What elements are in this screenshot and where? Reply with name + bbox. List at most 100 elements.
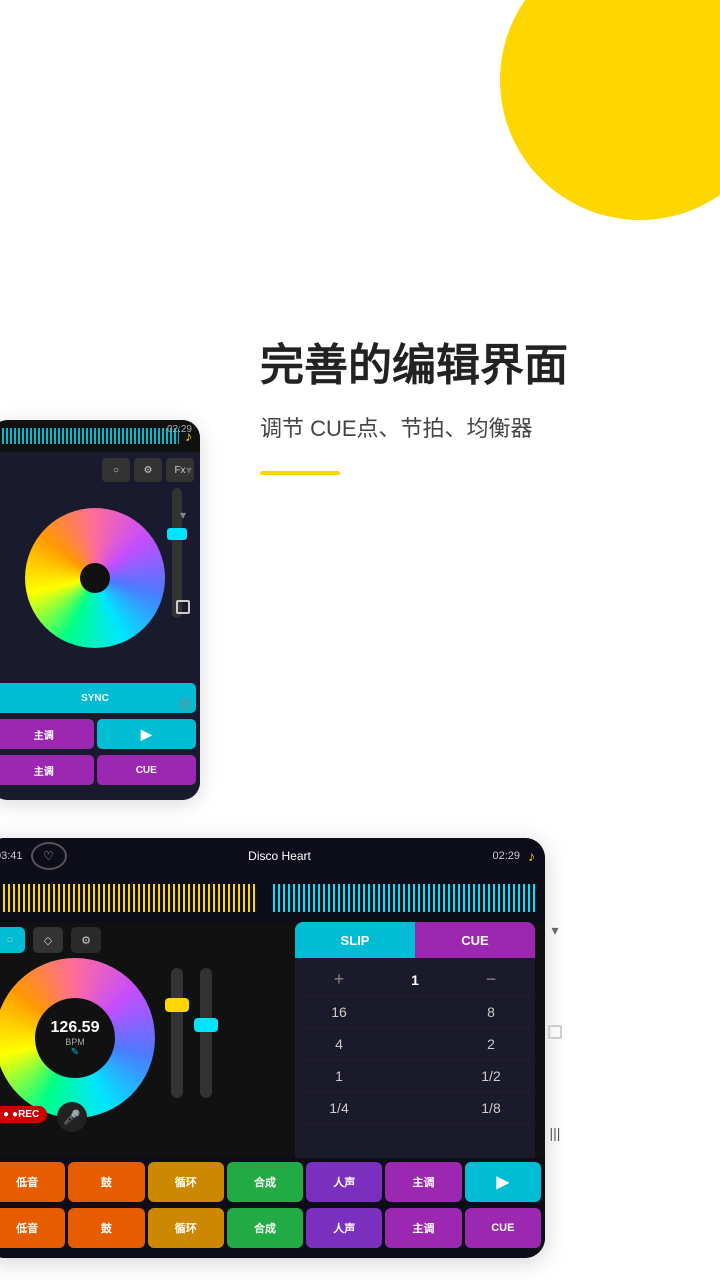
device-mockup-2: 03:41 ♡ Disco Heart 02:29 ♪ ○ ◇ ⚙ ≡ ⚙ Fx… (0, 838, 545, 1258)
d2-loop-btn-1[interactable]: 循环 (148, 1162, 224, 1202)
d2-fader-yellow-thumb[interactable] (165, 998, 189, 1012)
fader-thumb-1[interactable] (167, 528, 187, 540)
d2-edit-icon: ✎ (71, 1047, 79, 1058)
d2-fader-cyan-thumb[interactable] (194, 1018, 218, 1032)
beat-eighth[interactable]: 1/8 (453, 1100, 529, 1116)
device-1-screen: ♪ 02:29 ○ ⚙ Fx ▾ SYNC 主调 (0, 420, 200, 800)
turntable-1[interactable] (25, 508, 165, 648)
d2-fader-yellow[interactable] (171, 968, 183, 1098)
beat-row-2: 16 8 (301, 996, 529, 1028)
beat-minus[interactable]: − (453, 969, 529, 990)
d2-topbar: 03:41 ♡ Disco Heart 02:29 ♪ (0, 838, 545, 874)
heartbeat-icon: ♡ (31, 842, 67, 870)
beat-4[interactable]: 4 (301, 1036, 377, 1052)
d2-waveform-right (273, 884, 537, 912)
d2-vocal-btn-2[interactable]: 人声 (306, 1208, 382, 1248)
d2-synth-btn-1[interactable]: 合成 (227, 1162, 303, 1202)
d2-play-btn[interactable]: ▶ (465, 1162, 541, 1202)
d2-fader-cyan[interactable] (200, 968, 212, 1098)
d2-song-title: Disco Heart (75, 849, 485, 863)
beat-row-1: + 1 − (301, 964, 529, 996)
d2-btn-row-2: 低音 鼓 循环 合成 人声 主调 CUE (0, 1204, 545, 1250)
device-2-screen: 03:41 ♡ Disco Heart 02:29 ♪ ○ ◇ ⚙ ≡ ⚙ Fx… (0, 838, 545, 1258)
rec-label: ●REC (12, 1109, 39, 1120)
btn-row-sync: SYNC (0, 680, 200, 716)
play-button[interactable]: ▶ (97, 719, 197, 749)
slip-tab[interactable]: SLIP (295, 922, 415, 958)
d2-cue-slip-panel: SLIP CUE + 1 − 16 8 4 2 (295, 922, 535, 1162)
d2-square-icon (548, 1025, 562, 1039)
beat-row-3: 4 2 (301, 1028, 529, 1060)
circle-btn[interactable]: ○ (102, 458, 130, 482)
d2-note-icon: ♪ (528, 848, 535, 864)
beat-row-5: 1/4 1/8 (301, 1092, 529, 1124)
btn-row-play: 主调 ▶ (0, 716, 200, 752)
d2-synth-btn-2[interactable]: 合成 (227, 1208, 303, 1248)
waveform-visual (0, 428, 179, 444)
d2-bottom-buttons: 低音 鼓 循环 合成 人声 主调 ▶ 低音 鼓 循环 合成 人声 主调 CUE (0, 1158, 545, 1258)
bottom-buttons-1: SYNC 主调 ▶ 主调 CUE (0, 680, 200, 800)
beat-2[interactable]: 2 (453, 1036, 529, 1052)
d2-bass-btn-1[interactable]: 低音 (0, 1162, 65, 1202)
cue-button-1[interactable]: CUE (97, 755, 197, 785)
rec-dot: ● (3, 1109, 9, 1120)
cue-slip-tabs: SLIP CUE (295, 922, 535, 958)
zhudiao1-button[interactable]: 主调 (0, 719, 94, 749)
d2-resize-handle: ||| (550, 1125, 561, 1141)
d2-drum-btn-1[interactable]: 鼓 (68, 1162, 144, 1202)
beat-quarter[interactable]: 1/4 (301, 1100, 377, 1116)
decorative-blob (500, 0, 720, 220)
cue-tab[interactable]: CUE (415, 922, 535, 958)
d2-diamond-btn[interactable]: ◇ (33, 927, 63, 953)
d2-dropdown-right[interactable]: ▾ (551, 922, 558, 939)
d2-bpm-value: 126.59 (51, 1019, 100, 1037)
d2-waveform-left (0, 884, 257, 912)
beat-16[interactable]: 16 (301, 1004, 377, 1020)
beat-1b[interactable]: 1 (301, 1068, 377, 1084)
turntable-area-1 (0, 488, 200, 668)
d2-waveforms (0, 874, 545, 922)
d2-right-panel: ▾ ||| (548, 922, 562, 1141)
d2-cue-btn-2[interactable]: CUE (465, 1208, 541, 1248)
d2-bpm-label: BPM (65, 1037, 85, 1047)
d2-time-left: 03:41 (0, 850, 23, 862)
text-section: 完善的编辑界面 调节 CUE点、节拍、均衡器 (260, 340, 690, 475)
d2-turntable[interactable]: 126.59 BPM ✎ (0, 958, 155, 1118)
dropdown-arrow-icon[interactable]: ▾ (186, 463, 192, 477)
beat-grid: + 1 − 16 8 4 2 1 1/2 (295, 958, 535, 1130)
d2-drum-btn-2[interactable]: 鼓 (68, 1208, 144, 1248)
eq-btn[interactable]: ⚙ (134, 458, 162, 482)
d2-loop-btn-2[interactable]: 循环 (148, 1208, 224, 1248)
controls-row-1: ○ ⚙ Fx ▾ (0, 452, 200, 488)
zhudiao2-button[interactable]: 主调 (0, 755, 94, 785)
d2-gear-btn[interactable]: ⚙ (71, 927, 101, 953)
d2-bass-btn-2[interactable]: 低音 (0, 1208, 65, 1248)
d2-mic-button[interactable]: 🎤 (57, 1102, 87, 1132)
mic-icon: 🎤 (63, 1109, 80, 1126)
beat-8[interactable]: 8 (453, 1004, 529, 1020)
beat-row-4: 1 1/2 (301, 1060, 529, 1092)
resize-handle-1: ||| (180, 695, 191, 711)
waveform-bar-1: ♪ 02:29 (0, 420, 200, 452)
small-square-icon-1 (176, 600, 190, 614)
sync-button[interactable]: SYNC (0, 683, 196, 713)
btn-row-cue: 主调 CUE (0, 752, 200, 788)
page-subtitle: 调节 CUE点、节拍、均衡器 (260, 411, 690, 443)
beat-half[interactable]: 1/2 (453, 1068, 529, 1084)
beat-plus[interactable]: + (301, 969, 377, 990)
device-mockup-1: ♪ 02:29 ○ ⚙ Fx ▾ SYNC 主调 (0, 420, 200, 800)
chevron-down-icon-1: ▾ (180, 508, 186, 522)
page-title: 完善的编辑界面 (260, 340, 690, 393)
d2-key-btn-2[interactable]: 主调 (385, 1208, 461, 1248)
track-time: 02:29 (167, 424, 192, 435)
d2-rec-button[interactable]: ● ●REC (0, 1106, 47, 1123)
accent-line (260, 471, 340, 475)
d2-turntable-center: 126.59 BPM ✎ (35, 998, 115, 1078)
d2-key-btn-1[interactable]: 主调 (385, 1162, 461, 1202)
d2-circle-btn[interactable]: ○ (0, 927, 25, 953)
d2-vocal-btn-1[interactable]: 人声 (306, 1162, 382, 1202)
d2-btn-row-1: 低音 鼓 循环 合成 人声 主调 ▶ (0, 1158, 545, 1204)
d2-time-right: 02:29 (492, 850, 520, 862)
turntable-center (80, 563, 110, 593)
beat-1[interactable]: 1 (377, 972, 453, 988)
